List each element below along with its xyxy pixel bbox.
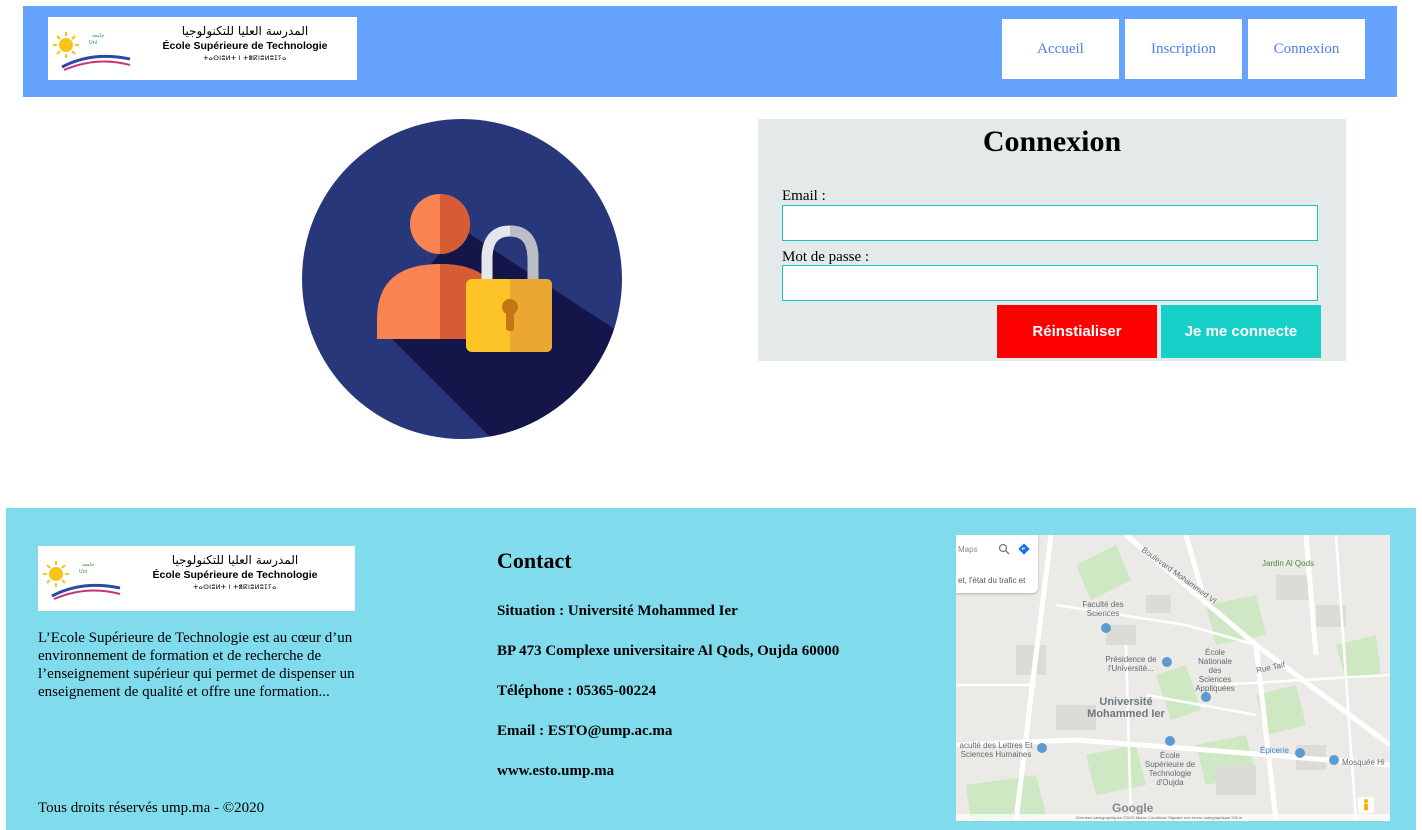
location-map[interactable]: Maps et, l'état du trafic et Jardin Al Q… <box>956 535 1390 821</box>
map-label-universite: Université Mohammed Ier <box>1087 696 1165 720</box>
contact-email: Email : ESTO@ump.ac.ma <box>497 723 673 739</box>
svg-text:Uni: Uni <box>79 569 87 575</box>
footer: جامعة Uni المدرسة العليا للتكنولوجيا Éco… <box>6 508 1416 830</box>
nav-connexion[interactable]: Connexion <box>1248 19 1365 79</box>
map-attribution: Données cartographiques ©2020 Maroc Cond… <box>956 814 1390 821</box>
pegman-icon[interactable] <box>1358 797 1374 813</box>
map-search-text: Maps <box>958 545 978 554</box>
nav-accueil[interactable]: Accueil <box>1002 19 1119 79</box>
map-label-presidence: Présidence de l'Université... <box>1105 655 1157 673</box>
password-label: Mot de passe : <box>782 249 870 265</box>
school-logo[interactable]: جامعة Uni المدرسة العليا للتكنولوجيا Éco… <box>48 17 357 80</box>
svg-text:جامعة: جامعة <box>92 33 104 39</box>
google-logo: Google <box>1112 801 1154 815</box>
logo-french-text: École Supérieure de Technologie <box>152 569 318 581</box>
map-label-epicerie: Épicerie <box>1260 746 1289 755</box>
nav-inscription[interactable]: Inscription <box>1125 19 1242 79</box>
logo-arabic-text: المدرسة العليا للتكنولوجيا <box>181 24 309 38</box>
contact-phone: Téléphone : 05365-00224 <box>497 683 657 699</box>
logo-french-text: École Supérieure de Technologie <box>162 40 328 52</box>
login-title: Connexion <box>982 125 1122 158</box>
contact-address: BP 473 Complexe universitaire Al Qods, O… <box>497 643 840 659</box>
map-label-jardin: Jardin Al Qods <box>1262 559 1315 568</box>
sun-logo-icon: جامعة Uni <box>53 32 131 71</box>
map-info-text: et, l'état du trafic et <box>958 576 1026 585</box>
map-search-box[interactable]: Maps et, l'état du trafic et <box>956 535 1038 593</box>
svg-text:جامعة: جامعة <box>82 562 94 568</box>
logo-arabic-text: المدرسة العليا للتكنولوجيا <box>171 553 299 567</box>
footer-copyright: Tous droits réservés ump.ma - ©2020 <box>38 800 265 816</box>
footer-logo: جامعة Uni المدرسة العليا للتكنولوجيا Éco… <box>38 546 355 611</box>
contact-situation: Situation : Université Mohammed Ier <box>497 603 738 619</box>
map-label-est: École Supérieure de Technologie d'Oujda <box>1144 751 1196 787</box>
reset-button[interactable]: Réinstialiser <box>997 305 1157 358</box>
map-label-ensa: École Nationale des Sciences Appliquées <box>1195 648 1235 693</box>
svg-text:Uni: Uni <box>89 40 97 46</box>
map-label-flsh: aculté des Lettres Et Sciences Humaines <box>959 741 1033 759</box>
logo-tifinagh-text: ⵜⴰⵙⵏⵓⵍⵜ ⵏ ⵜⴻⴽⵏⵓⵍⵓⵊⵢⴰ <box>203 54 287 62</box>
password-field[interactable] <box>782 265 1318 301</box>
login-panel: Connexion Email : Mot de passe : Réinsti… <box>758 119 1346 361</box>
contact-title: Contact <box>497 548 572 573</box>
map-label-faculte-sciences: Faculté des Sciences <box>1082 600 1124 618</box>
directions-icon[interactable] <box>1018 543 1030 555</box>
search-icon[interactable] <box>998 543 1010 555</box>
map-label-mosquee: Mosquée Hi <box>1342 758 1385 767</box>
logo-tifinagh-text: ⵜⴰⵙⵏⵓⵍⵜ ⵏ ⵜⴻⴽⵏⵓⵍⵓⵊⵢⴰ <box>193 583 277 591</box>
user-lock-icon <box>302 119 622 439</box>
footer-description: L’Ecole Supérieure de Technologie est au… <box>38 630 355 700</box>
email-label: Email : <box>782 188 826 204</box>
header-bar: جامعة Uni المدرسة العليا للتكنولوجيا Éco… <box>23 6 1397 97</box>
contact-website[interactable]: www.esto.ump.ma <box>497 762 614 780</box>
email-field[interactable] <box>782 205 1318 241</box>
login-button[interactable]: Je me connecte <box>1161 305 1321 358</box>
sun-logo-icon: جامعة Uni <box>43 561 121 600</box>
